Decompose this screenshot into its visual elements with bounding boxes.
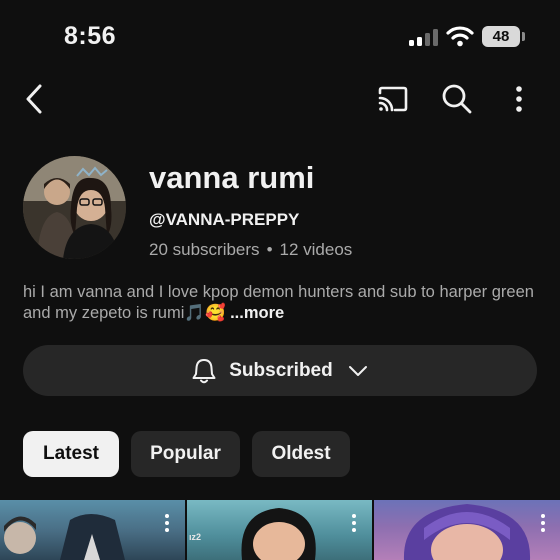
battery-indicator: 48 (482, 26, 520, 47)
battery-tip (522, 32, 525, 41)
vertical-dots-icon[interactable] (351, 514, 357, 536)
thumbnail-image (241, 508, 316, 560)
wifi-icon (446, 26, 474, 47)
stats-separator: • (266, 240, 273, 259)
channel-name: vanna rumi (149, 160, 315, 195)
description-more-link[interactable]: ...more (230, 304, 284, 322)
channel-stats: 20 subscribers • 12 videos (149, 240, 352, 260)
video-count: 12 videos (279, 240, 353, 259)
subscribed-button[interactable]: Subscribed (23, 345, 537, 396)
video-thumbnail[interactable]: ız2 (187, 500, 372, 560)
avatar-photo (23, 156, 126, 259)
chip-oldest[interactable]: Oldest (252, 431, 350, 477)
cellular-signal-icon (409, 28, 439, 46)
subscriber-count: 20 subscribers (149, 240, 260, 259)
cast-icon[interactable] (376, 84, 410, 114)
chevron-left-icon[interactable] (20, 82, 50, 116)
search-icon[interactable] (440, 82, 474, 116)
thumbnail-caption: ız2 (189, 532, 202, 542)
video-thumbnail[interactable] (374, 500, 560, 560)
channel-handle: @VANNA-PREPPY (149, 210, 300, 229)
chevron-down-icon (348, 365, 367, 376)
subscribed-label: Subscribed (229, 359, 333, 381)
vertical-dots-icon[interactable] (164, 514, 170, 536)
vertical-dots-icon[interactable] (540, 514, 546, 536)
bell-icon (192, 358, 216, 383)
channel-description[interactable]: hi I am vanna and I love kpop demon hunt… (23, 282, 543, 324)
video-thumbnail[interactable] (0, 500, 185, 560)
status-bar: 8:56 48 (0, 0, 560, 70)
thumbnail-image (403, 504, 531, 560)
chip-latest[interactable]: Latest (23, 431, 119, 477)
vertical-dots-icon[interactable] (508, 82, 530, 116)
thumbnail-image (4, 514, 125, 560)
channel-avatar[interactable] (23, 156, 126, 259)
chip-popular[interactable]: Popular (131, 431, 240, 477)
status-time: 8:56 (64, 22, 117, 50)
